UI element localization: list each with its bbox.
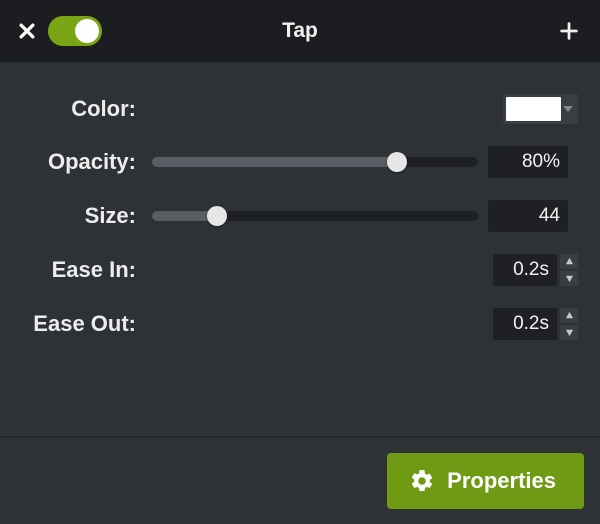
footer-bar: Properties — [0, 436, 600, 524]
ease-in-stepper[interactable]: 0.2s — [493, 254, 578, 286]
slider-fill — [152, 157, 397, 167]
opacity-slider[interactable] — [152, 157, 478, 167]
toggle-knob — [75, 19, 99, 43]
row-opacity: Opacity: 80% — [22, 146, 578, 178]
header-bar: Tap — [0, 0, 600, 62]
gear-icon — [409, 468, 435, 494]
row-ease-out: Ease Out: 0.2s — [22, 308, 578, 340]
row-ease-in: Ease In: 0.2s — [22, 254, 578, 286]
label-color: Color: — [22, 96, 142, 122]
stepper-down-icon[interactable] — [560, 325, 578, 340]
slider-thumb[interactable] — [207, 206, 227, 226]
label-ease-in: Ease In: — [22, 257, 142, 283]
label-ease-out: Ease Out: — [22, 311, 142, 337]
opacity-input[interactable]: 80% — [488, 146, 568, 178]
close-icon[interactable] — [16, 20, 38, 42]
properties-button-label: Properties — [447, 468, 556, 494]
plus-icon[interactable] — [558, 20, 584, 42]
ease-in-input[interactable]: 0.2s — [493, 254, 557, 286]
enable-toggle[interactable] — [48, 16, 102, 46]
row-color: Color: — [22, 94, 578, 124]
color-chip — [506, 97, 561, 121]
ease-out-stepper[interactable]: 0.2s — [493, 308, 578, 340]
label-size: Size: — [22, 203, 142, 229]
color-picker[interactable] — [503, 94, 578, 124]
stepper-up-icon[interactable] — [560, 254, 578, 269]
ease-out-input[interactable]: 0.2s — [493, 308, 557, 340]
size-slider[interactable] — [152, 211, 478, 221]
size-input[interactable]: 44 — [488, 200, 568, 232]
properties-button[interactable]: Properties — [387, 453, 584, 509]
chevron-down-icon — [561, 104, 575, 114]
slider-thumb[interactable] — [387, 152, 407, 172]
stepper-up-icon[interactable] — [560, 308, 578, 323]
settings-panel: Color: Opacity: 80% Size: — [0, 62, 600, 340]
label-opacity: Opacity: — [22, 149, 142, 175]
stepper-down-icon[interactable] — [560, 271, 578, 286]
row-size: Size: 44 — [22, 200, 578, 232]
